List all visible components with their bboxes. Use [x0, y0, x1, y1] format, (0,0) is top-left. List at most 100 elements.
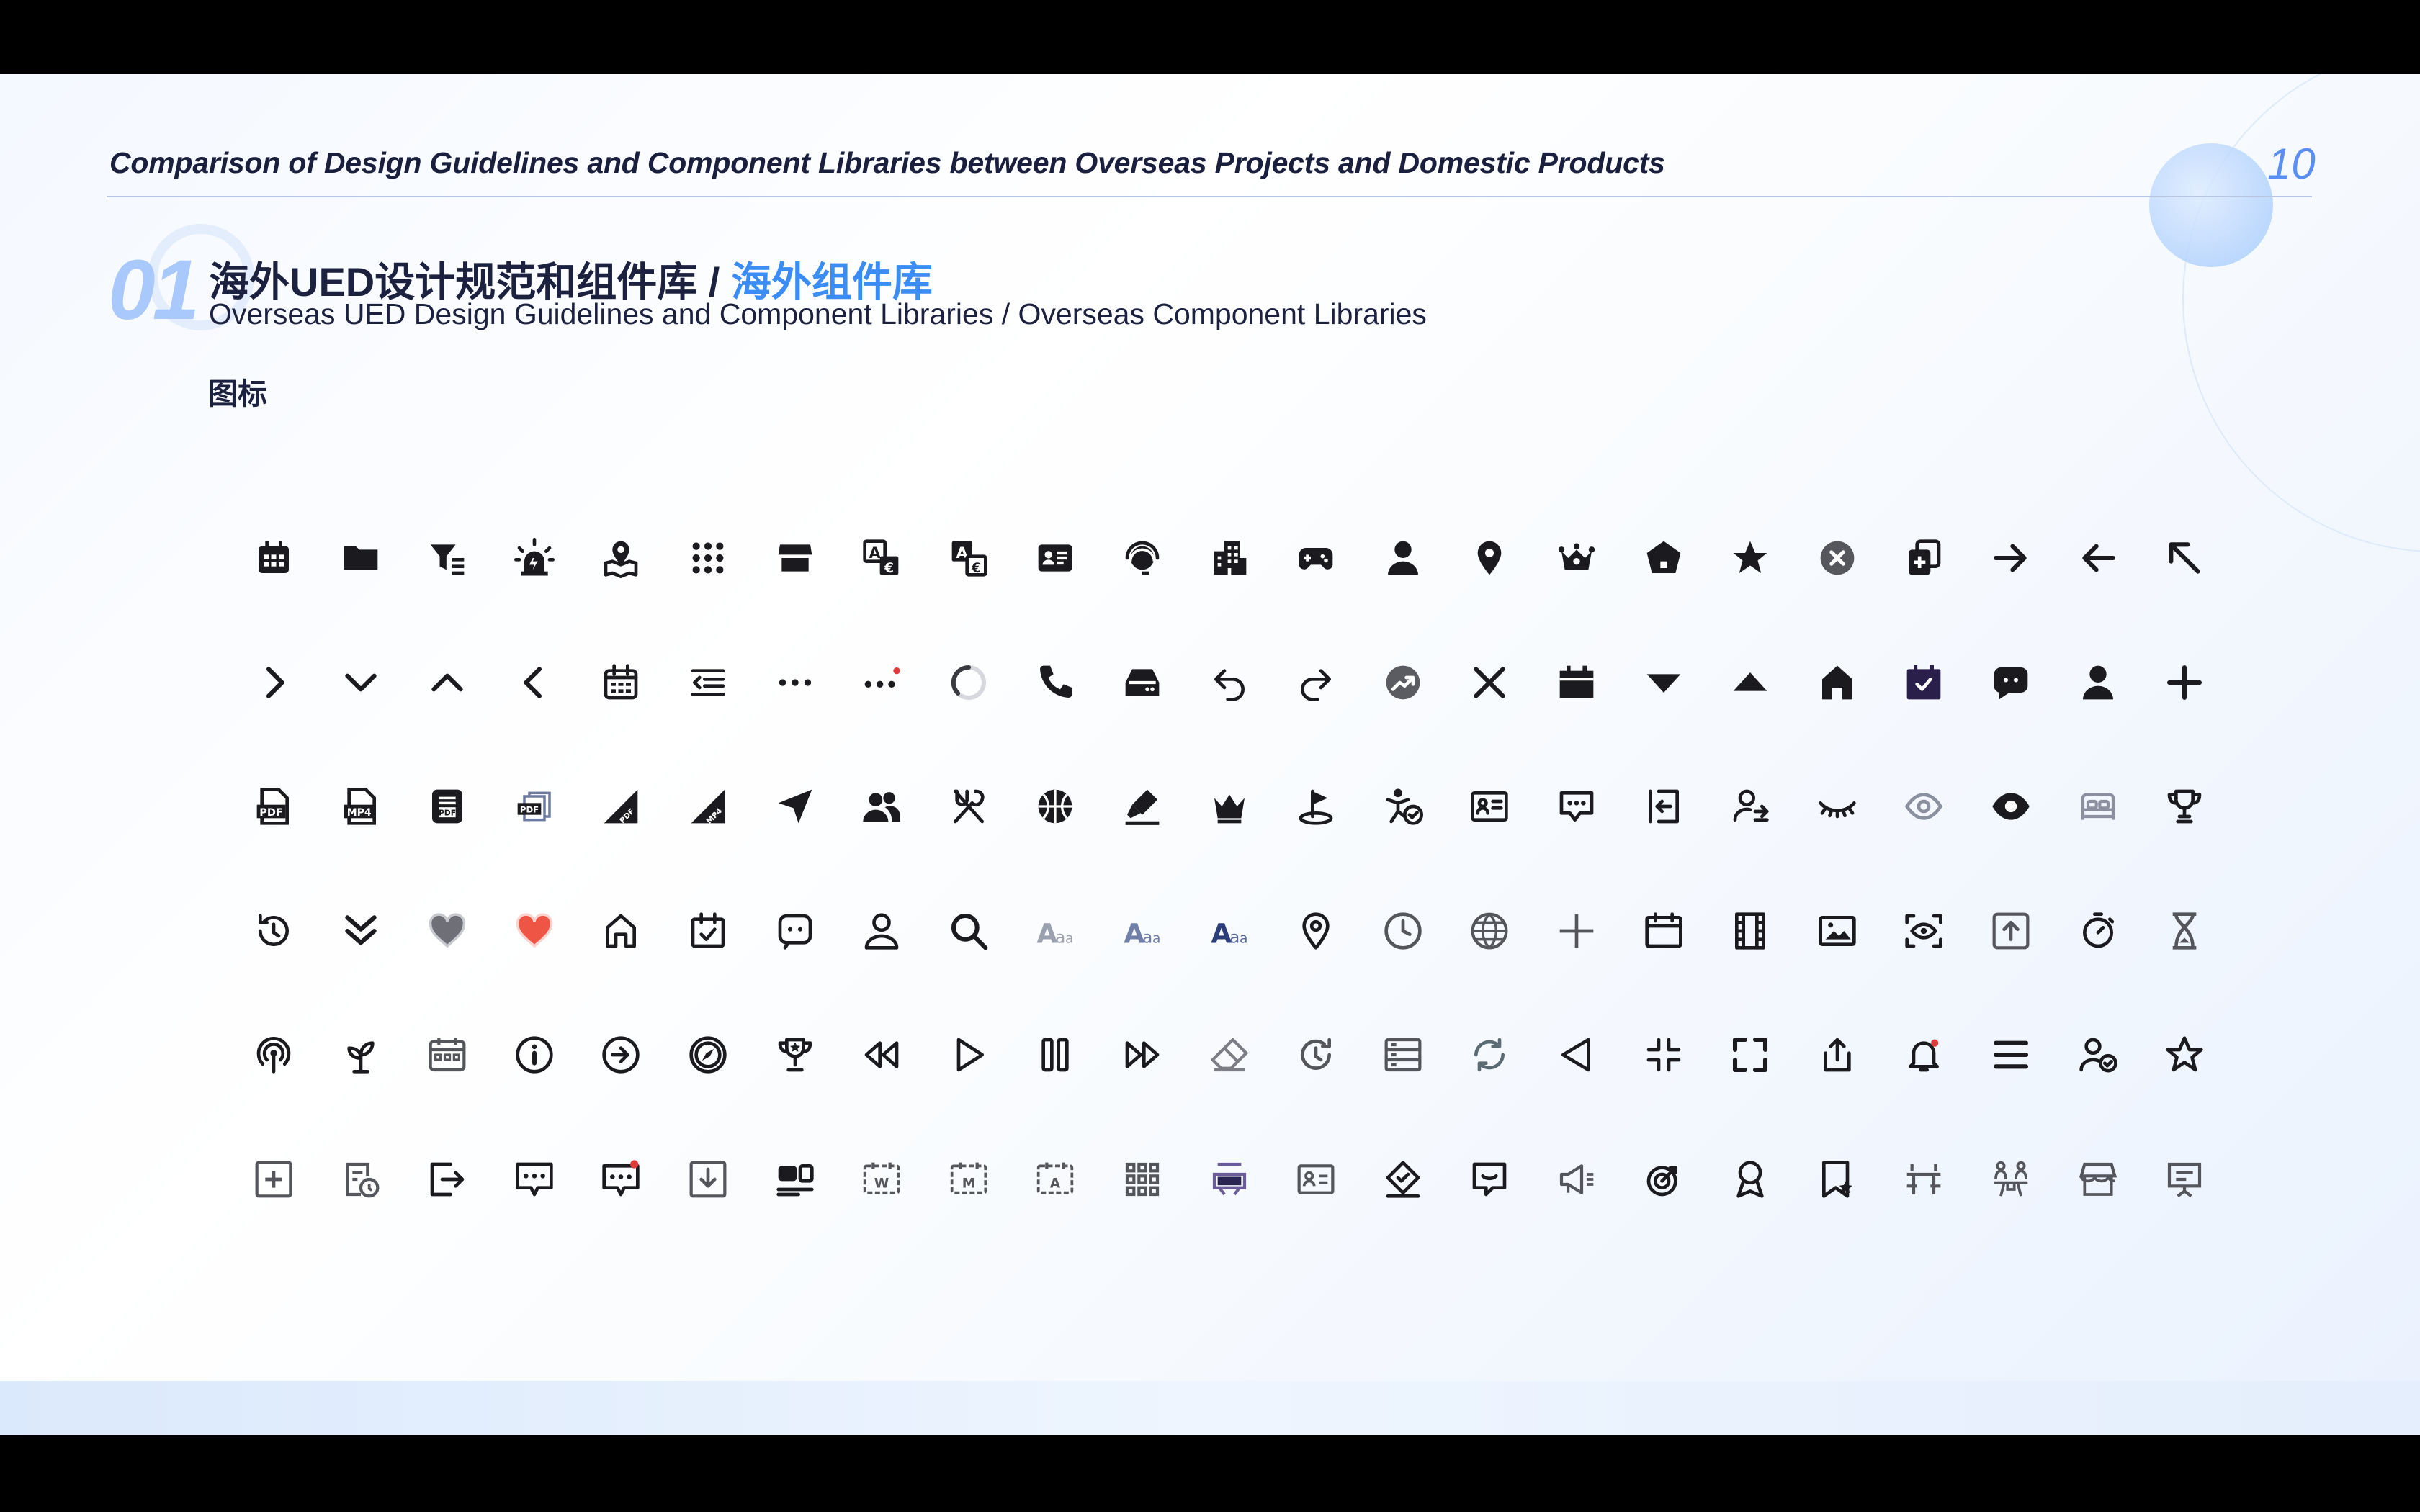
filter-list-icon — [430, 544, 465, 575]
calendar-icon — [259, 541, 289, 573]
svg-text:A: A — [869, 544, 882, 562]
rewind-icon — [864, 1041, 899, 1068]
svg-text:W: W — [874, 1176, 889, 1191]
caret-down-icon — [1646, 673, 1680, 693]
table-seats-icon — [1907, 1164, 1941, 1194]
grid-nine-icon — [1125, 1162, 1160, 1196]
scan-eye-icon — [1905, 914, 1943, 948]
add-box-icon — [255, 1161, 292, 1197]
inbox-tray-icon — [1125, 668, 1160, 696]
svg-text:A: A — [1050, 1176, 1061, 1191]
crown-outline-icon — [1214, 794, 1245, 824]
clock-refresh-icon — [1301, 1038, 1332, 1070]
calendar-month-icon: M — [950, 1162, 987, 1194]
font-size-large-icon: Aa a — [1211, 917, 1247, 949]
pdf-file-icon: PDF — [256, 788, 289, 825]
svg-text:a: a — [1240, 931, 1247, 946]
shop-icon — [2079, 1162, 2117, 1196]
double-chevron-down-icon — [344, 914, 377, 945]
chat-outline-icon — [778, 914, 812, 950]
id-card-outline-icon — [1297, 1164, 1335, 1194]
icon-grid: A € A € PDF MP4 PDF PDF PDF MP4 Aa a Aa a Aa a W M A — [0, 74, 2420, 1435]
login-icon — [1648, 789, 1679, 824]
user-solid-icon — [2082, 665, 2113, 699]
eye-closed-icon — [1819, 801, 1856, 819]
film-icon — [1735, 912, 1766, 950]
chevron-down-icon — [344, 673, 377, 691]
arrow-up-left-icon — [2169, 542, 2200, 574]
more-dots-icon — [779, 678, 811, 686]
pdf-doc-dark-icon: PDF — [432, 789, 463, 824]
pentagon-home-icon — [1646, 541, 1680, 573]
svg-text:M: M — [962, 1176, 976, 1191]
calendar-box-icon — [1559, 665, 1594, 698]
font-size-medium-icon: Aa a — [1124, 917, 1160, 949]
mp4-file-icon: MP4 — [344, 788, 376, 825]
headset-globe-icon — [1125, 541, 1160, 575]
chevron-up-icon — [431, 673, 463, 691]
location-pin-icon — [1478, 541, 1502, 575]
trend-up-circle-icon — [1386, 665, 1420, 699]
diamond-check-icon — [1386, 1160, 1420, 1198]
home-icon — [1821, 665, 1852, 699]
hourglass-icon — [2172, 912, 2197, 950]
grid-dots-icon — [692, 542, 724, 574]
map-pin-icon — [604, 541, 638, 578]
font-size-small-icon: Aa a — [1037, 917, 1074, 949]
close-icon — [1474, 666, 1506, 698]
globe-icon — [1471, 912, 1508, 949]
calendar-task-icon — [691, 912, 725, 948]
media-cards-icon — [776, 1164, 814, 1196]
plus-icon — [2167, 665, 2202, 700]
server-list-icon — [1384, 1038, 1422, 1072]
basketball-icon — [1039, 789, 1072, 824]
logout-icon — [430, 1162, 465, 1196]
image-icon — [1819, 915, 1856, 946]
user-transfer-icon — [1733, 789, 1769, 822]
svg-text:PDF: PDF — [439, 809, 456, 818]
svg-text:a: a — [1229, 927, 1240, 947]
arrow-left-icon — [2081, 544, 2115, 572]
id-card-icon — [1039, 544, 1072, 572]
slide: Comparison of Design Guidelines and Comp… — [0, 74, 2420, 1435]
user-outline-icon — [864, 913, 899, 950]
translate-icon: A€ — [863, 539, 899, 576]
copy-add-icon — [1909, 539, 1941, 575]
bottom-band — [0, 1381, 2420, 1435]
redo-icon — [1301, 668, 1332, 701]
bell-badge-icon — [1909, 1039, 1940, 1072]
folder-icon — [344, 546, 377, 570]
bed-icon — [2081, 793, 2115, 820]
location-outline-icon — [1302, 912, 1330, 950]
users-icon — [863, 792, 900, 822]
history-icon — [259, 914, 289, 946]
user-check-icon — [2079, 1038, 2118, 1073]
calendar-blank-icon — [1644, 912, 1682, 948]
heart-red-icon — [516, 912, 552, 948]
svg-text:A: A — [1124, 917, 1144, 949]
svg-text:a: a — [1055, 927, 1065, 947]
indent-list-icon — [691, 668, 725, 696]
collapse-icon — [1646, 1038, 1680, 1072]
accessibility-check-icon — [1386, 788, 1423, 825]
user-icon — [1387, 541, 1418, 575]
award-ribbon-icon — [1736, 1160, 1764, 1198]
pdf-stack-icon: PDF — [517, 791, 551, 822]
svg-text:A: A — [1211, 917, 1232, 949]
plus-thin-icon — [1559, 914, 1594, 948]
svg-text:PDF: PDF — [520, 805, 539, 815]
pdf-corner-icon: PDF — [604, 789, 638, 825]
sprout-icon — [346, 1041, 375, 1074]
eye-solid-icon — [1992, 793, 2030, 820]
heart-gray-icon — [429, 912, 466, 948]
timer-icon — [2082, 912, 2114, 948]
document-clock-icon — [345, 1162, 380, 1197]
podcast-icon — [256, 1036, 291, 1074]
chat-minus-icon — [1473, 1162, 1507, 1196]
svg-text:a: a — [1065, 931, 1073, 946]
cutlery-icon — [953, 789, 985, 824]
more-dots-badge-icon — [864, 667, 900, 688]
svg-text:MP4: MP4 — [346, 807, 371, 819]
menu-icon — [1993, 1040, 2029, 1069]
golf-flag-icon — [1299, 789, 1333, 825]
